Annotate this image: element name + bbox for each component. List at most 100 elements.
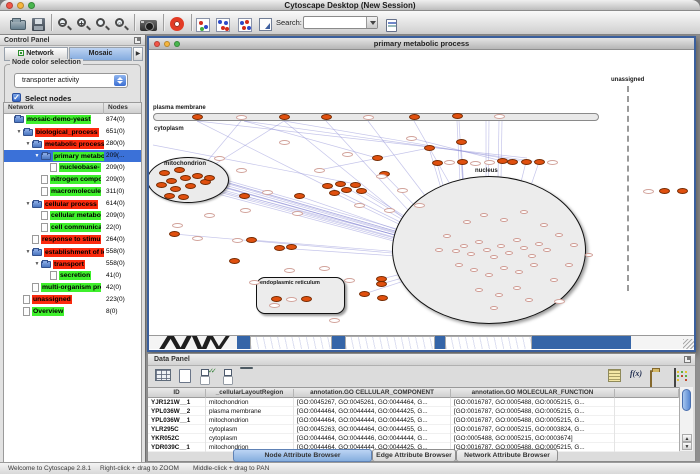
network-node[interactable] [535,242,543,246]
import-attributes-button[interactable] [650,369,670,386]
tree-item[interactable]: macromolecule311(0) [4,186,141,198]
tree-expand-icon[interactable]: ▼ [24,198,32,210]
network-node[interactable] [485,273,493,277]
network-node[interactable] [180,175,191,181]
network-node[interactable] [286,244,297,250]
network-node[interactable] [520,210,528,214]
tree-item[interactable]: cell communicat22(0) [4,222,141,234]
network-node[interactable] [480,213,488,217]
scrollbar-thumb[interactable] [682,389,691,411]
network-node[interactable] [159,170,170,176]
tree-item[interactable]: ▼biological_process651(0) [4,126,141,138]
tree-expand-icon[interactable]: ▼ [24,246,32,258]
tab-overflow-arrow[interactable]: ▶ [133,47,143,61]
network-node[interactable] [513,238,521,242]
search-input[interactable] [303,16,378,29]
network-node[interactable] [455,263,463,267]
network-node[interactable] [372,155,383,161]
network-node[interactable] [329,190,340,196]
tree-item[interactable]: ▼transport558(0) [4,258,141,270]
network-node[interactable] [659,188,670,194]
zoom-in-button[interactable]: + [76,14,96,32]
tree-item[interactable]: unassigned223(0) [4,294,141,306]
zoom-out-button[interactable]: − [57,14,77,32]
network-node[interactable] [246,237,257,243]
scroll-down-icon[interactable]: ▼ [682,442,692,450]
network-node[interactable] [460,244,468,248]
network-node[interactable] [500,218,508,222]
network-node[interactable] [677,188,688,194]
network-node[interactable] [359,291,370,297]
float-panel-icon[interactable] [134,37,141,44]
close-window-button[interactable] [6,2,13,9]
network-node[interactable] [192,173,203,179]
window-edge[interactable] [237,336,250,349]
network-node[interactable] [377,295,388,301]
network-node[interactable] [521,159,532,165]
attribute-editor-button[interactable] [608,369,628,386]
network-node[interactable] [170,186,181,192]
network-node[interactable] [166,178,177,184]
zoom-selected-button[interactable]: ▫ [114,14,134,32]
tree-expand-icon[interactable]: ▼ [33,258,41,270]
window-edge[interactable] [445,336,532,349]
network-node[interactable] [156,182,167,188]
cascaded-windows-strip[interactable] [149,335,694,349]
table-row[interactable]: YLR295Ccytoplasm[GO:0045263, GO:0044464,… [148,425,679,434]
save-session-button[interactable] [32,14,52,32]
tree-item[interactable]: Overview8(0) [4,306,141,318]
window-edge[interactable] [250,336,332,349]
tab-node-attribute-browser[interactable]: Node Attribute Browser [233,449,372,462]
network-node[interactable] [452,113,463,119]
network-node[interactable] [178,194,189,200]
network-node[interactable] [321,114,332,120]
tree-item[interactable]: multi-organism pro42(0) [4,282,141,294]
tree-item[interactable]: nucleobase-209(0) [4,162,141,174]
network-node[interactable] [424,145,435,151]
column-header-molecular-function[interactable]: annotation.GO MOLECULAR_FUNCTION [451,389,615,398]
network-node[interactable] [495,293,503,297]
table-row[interactable]: YPL036W__1mitochondrion[GO:0044464, GO:0… [148,416,679,425]
resize-grip-icon[interactable] [683,339,694,349]
network-node[interactable] [555,233,563,237]
window-titlebar[interactable]: Cytoscape Desktop (New Session) [0,0,700,11]
minimize-window-button[interactable] [17,2,24,9]
select-nodes-checkbox[interactable]: ✓ [12,93,21,102]
search-options-button[interactable] [386,14,406,32]
float-panel-icon[interactable] [684,356,691,363]
column-header-id[interactable]: ID [148,389,206,398]
network-node[interactable] [409,114,420,120]
plugin-network-button-1[interactable] [196,14,216,32]
network-node[interactable] [463,220,471,224]
tab-edge-attribute-browser[interactable]: Edge Attribute Browser [372,449,456,462]
network-node[interactable] [271,296,282,302]
tree-expand-icon[interactable]: ▼ [24,138,32,150]
network-node[interactable] [279,114,290,120]
formula-builder-button[interactable]: f(x) [630,369,650,386]
network-node[interactable] [497,244,505,248]
network-node[interactable] [540,223,548,227]
network-node[interactable] [550,278,558,282]
network-node[interactable] [565,263,573,267]
window-edge[interactable] [332,336,345,349]
plugin-network-button-3[interactable] [238,14,258,32]
table-row[interactable]: YJR121W__1mitochondrion[GO:0045267, GO:0… [148,398,679,407]
tree-expand-icon[interactable]: ▼ [33,150,41,162]
tab-network-attribute-browser[interactable]: Network Attribute Browser [456,449,558,462]
tree-item[interactable]: ▼establishment of lo558(0) [4,246,141,258]
network-node[interactable] [294,193,305,199]
table-row[interactable]: YPL036W__2plasma membrane[GO:0044464, GO… [148,407,679,416]
tree-item[interactable]: ▼cellular process614(0) [4,198,141,210]
select-attributes-button[interactable] [201,369,221,386]
open-file-button[interactable] [10,14,30,32]
new-attribute-button[interactable] [179,369,199,386]
zoom-view-button[interactable] [174,41,180,47]
plasma-membrane-region[interactable] [153,113,599,121]
network-node[interactable] [376,281,387,287]
network-node[interactable] [475,288,483,292]
node-color-dropdown[interactable]: transporter activity [14,73,128,88]
close-view-button[interactable] [154,41,160,47]
tree-expand-icon[interactable]: ▼ [15,126,23,138]
network-node[interactable] [490,255,498,259]
network-node[interactable] [322,183,333,189]
